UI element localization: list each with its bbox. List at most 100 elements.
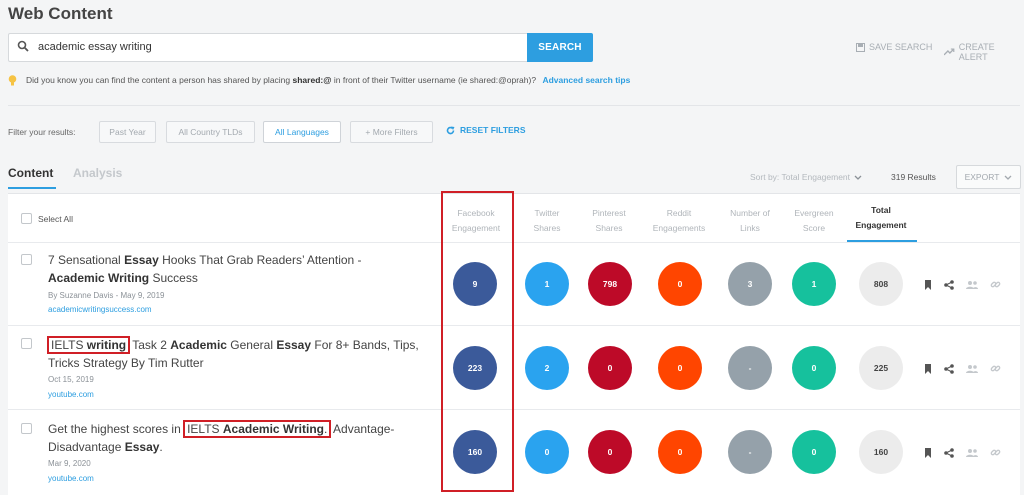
article-title-link[interactable]: 7 Sensational Essay Hooks That Grab Read… — [48, 251, 430, 287]
column-header-line: Pinterest — [592, 208, 626, 218]
title-text: 7 Sensational — [48, 253, 125, 267]
select-all-checkbox[interactable] — [21, 213, 32, 224]
row-divider — [8, 325, 1020, 326]
tip-keyword: shared:@ — [292, 75, 332, 85]
title-text: General — [226, 338, 277, 352]
refresh-icon — [446, 126, 455, 134]
save-search-label: SAVE SEARCH — [869, 42, 933, 52]
advanced-search-tips-link[interactable]: Advanced search tips — [542, 75, 630, 85]
title-text: Success — [149, 271, 198, 285]
search-icon — [17, 40, 29, 52]
metric-reddit: 0 — [658, 430, 702, 474]
reset-filters-label: RESET FILTERS — [460, 125, 526, 135]
export-label: EXPORT — [964, 172, 1000, 182]
results-count: 319 Results — [891, 172, 936, 182]
article-meta: Mar 9, 2020 — [48, 459, 91, 468]
tip-text-after: in front of their Twitter username (ie s… — [333, 75, 537, 85]
highlight-box: IELTS Academic Writing. — [183, 420, 332, 438]
row-divider — [8, 242, 1020, 243]
column-header-links[interactable]: Number of Links — [714, 206, 786, 236]
metric-pinterest: 0 — [588, 346, 632, 390]
column-header-total[interactable]: Total Engagement — [845, 203, 917, 233]
article-meta: Oct 15, 2019 — [48, 375, 94, 384]
share-icon[interactable] — [944, 279, 954, 290]
title-text: Get the highest scores in — [48, 422, 185, 436]
article-title-link[interactable]: IELTS writing Task 2 Academic General Es… — [47, 336, 430, 372]
row-checkbox[interactable] — [21, 254, 32, 265]
save-icon — [856, 42, 865, 52]
metric-links: - — [728, 430, 772, 474]
column-header-evergreen[interactable]: Evergreen Score — [778, 206, 850, 236]
article-domain[interactable]: youtube.com — [48, 390, 94, 399]
title-keyword: Academic Writing — [222, 422, 325, 436]
users-icon[interactable] — [966, 280, 978, 290]
search-button[interactable]: SEARCH — [527, 33, 593, 62]
metric-total: 225 — [859, 346, 903, 390]
column-header-line: Total — [871, 205, 891, 215]
column-header-line: Reddit — [666, 208, 692, 218]
title-keyword: Essay — [124, 440, 160, 454]
column-header-line: Number of — [730, 208, 770, 218]
title-text: Hooks That Grab Readers’ Attention - — [158, 253, 362, 267]
article-domain[interactable]: youtube.com — [48, 474, 94, 483]
bookmark-icon[interactable] — [924, 363, 932, 374]
row-actions — [924, 279, 1001, 290]
column-header-line: Engagements — [652, 223, 706, 233]
sort-label: Sort by: Total Engagement — [750, 172, 851, 182]
tab-analysis[interactable]: Analysis — [73, 166, 122, 180]
search-input[interactable] — [38, 36, 518, 58]
reset-filters-button[interactable]: RESET FILTERS — [446, 125, 526, 135]
metric-links: - — [728, 346, 772, 390]
export-button[interactable]: EXPORT — [956, 165, 1021, 189]
page-title: Web Content — [8, 4, 113, 23]
save-search-link[interactable]: SAVE SEARCH — [856, 42, 932, 52]
metric-reddit: 0 — [658, 346, 702, 390]
metric-evergreen: 0 — [792, 346, 836, 390]
divider — [8, 105, 1020, 106]
column-header-line: Score — [802, 223, 826, 233]
title-keyword: IELTS — [187, 422, 223, 436]
article-meta: By Suzanne Davis - May 9, 2019 — [48, 291, 165, 300]
link-icon[interactable] — [990, 447, 1001, 458]
title-text: . — [159, 440, 163, 454]
row-checkbox[interactable] — [21, 423, 32, 434]
metric-twitter: 1 — [525, 262, 569, 306]
article-title-link[interactable]: Get the highest scores in IELTS Academic… — [48, 420, 430, 456]
bookmark-icon[interactable] — [924, 279, 932, 290]
title-keyword: writing — [86, 338, 127, 352]
column-header-reddit[interactable]: Reddit Engagements — [643, 206, 715, 236]
row-divider — [8, 409, 1020, 410]
share-icon[interactable] — [944, 447, 954, 458]
title-text: For 8+ Bands, Tips, — [311, 338, 419, 352]
filter-country[interactable]: All Country TLDs — [166, 121, 255, 143]
share-icon[interactable] — [944, 363, 954, 374]
filter-languages[interactable]: All Languages — [263, 121, 341, 143]
title-keyword: Essay — [276, 338, 312, 352]
link-icon[interactable] — [990, 279, 1001, 290]
row-checkbox[interactable] — [21, 338, 32, 349]
title-keyword: Essay — [124, 253, 159, 267]
article-domain[interactable]: academicwritingsuccess.com — [48, 305, 152, 314]
column-header-pinterest[interactable]: Pinterest Shares — [573, 206, 645, 236]
bookmark-icon[interactable] — [924, 447, 932, 458]
title-text: Tricks Strategy By Tim Rutter — [48, 356, 204, 370]
metric-reddit: 0 — [658, 262, 702, 306]
column-header-line: Shares — [595, 223, 623, 233]
filter-past-year[interactable]: Past Year — [99, 121, 156, 143]
title-text: Task 2 — [129, 338, 171, 352]
metric-evergreen: 0 — [792, 430, 836, 474]
link-icon[interactable] — [990, 363, 1001, 374]
title-keyword: Academic Writing — [48, 271, 150, 285]
metric-pinterest: 798 — [588, 262, 632, 306]
sort-dropdown[interactable]: Sort by: Total Engagement — [750, 172, 862, 182]
title-text: Advantage- — [330, 422, 395, 436]
users-icon[interactable] — [966, 364, 978, 374]
column-header-line: Engagement — [855, 220, 907, 230]
column-header-line: Evergreen — [794, 208, 834, 218]
filter-more[interactable]: + More Filters — [350, 121, 433, 143]
create-alert-link[interactable]: CREATE ALERT — [944, 42, 1024, 62]
tab-content[interactable]: Content — [8, 166, 53, 180]
users-icon[interactable] — [966, 448, 978, 458]
title-keyword: Academic — [170, 338, 227, 352]
title-text: IELTS — [51, 338, 87, 352]
